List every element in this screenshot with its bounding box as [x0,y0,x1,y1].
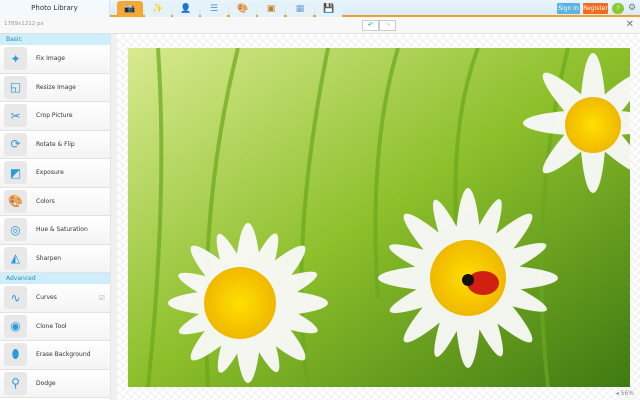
tool-icon: ◎ [4,218,27,242]
settings-button[interactable]: ⚙ [626,3,638,14]
sign-in-button[interactable]: Sign In [557,3,580,14]
tool-fix-image[interactable]: ✦ Fix Image [0,45,110,74]
section-basic: Basic [0,34,110,45]
tool-dodge[interactable]: ⚲ Dodge [0,369,110,398]
palette-icon: 🎨 [237,4,249,14]
checkbox-icon[interactable]: ☑ [99,294,105,302]
top-bar: Photo Library 📷 ✨ 👤 ☰ 🎨 ▣ ▦ 💾 Sign In Re… [0,0,640,17]
tool-hue-saturation[interactable]: ◎ Hue & Saturation [0,216,110,245]
photo-image [128,48,630,387]
tab-layers[interactable]: ☰ [201,1,227,17]
tool-icon: ◭ [4,246,27,270]
tool-crop-picture[interactable]: ✂ Crop Picture [0,102,110,131]
tab-palette[interactable]: 🎨 [230,1,256,17]
frame-icon: ▣ [266,4,276,14]
tool-label: Rotate & Flip [36,140,75,148]
section-advanced: Advanced [0,273,110,284]
help-icon: ? [616,5,620,12]
tool-label: Curves [36,294,57,302]
tool-label: Fix Image [36,55,65,63]
undo-icon: ↶ [367,21,374,29]
tool-colors[interactable]: 🎨 Colors [0,187,110,216]
tool-label: Clone Tool [36,322,67,330]
person-icon: 👤 [180,4,192,14]
gear-icon: ⚙ [627,3,637,13]
image-dimensions: 1789x1212 px [4,21,44,27]
tool-erase-background[interactable]: ⬮ Erase Background [0,341,110,370]
tool-label: Sharpen [36,254,62,262]
tab-texture[interactable]: ▦ [287,1,313,17]
tool-label: Exposure [36,169,64,177]
tool-icon: 🎨 [4,189,27,213]
tool-label: Colors [36,197,55,205]
tool-icon: ◉ [4,314,27,338]
redo-button[interactable]: ↷ [379,20,396,31]
tool-clone-tool[interactable]: ◉ Clone Tool [0,312,110,341]
register-button[interactable]: Register [583,3,608,14]
tool-resize-image[interactable]: ◱ Resize Image [0,73,110,102]
zoom-level[interactable]: ◂ 56% [616,390,634,397]
sidebar: Basic ✦ Fix Image ◱ Resize Image ✂ Crop Pictu… [0,34,110,400]
tool-icon: ◩ [4,161,27,185]
tool-icon: ◱ [4,75,27,99]
undo-button[interactable]: ↶ [362,20,379,31]
redo-icon: ↷ [384,21,391,29]
tool-label: Hue & Saturation [36,226,88,234]
tool-icon: ∿ [4,286,27,310]
tab-save[interactable]: 💾 [316,1,342,17]
tool-curves[interactable]: ∿ Curves ☑ [0,284,110,313]
zoom-value: 56% [620,390,634,397]
close-icon[interactable]: ✕ [626,19,634,30]
tab-camera[interactable]: 📷 [117,1,143,17]
tool-label: Dodge [36,379,56,387]
toolbar: 1789x1212 px ↶ ↷ ✕ [0,17,640,34]
tool-label: Erase Background [36,351,91,359]
tool-icon: ⚲ [4,371,27,395]
photo-library-button[interactable]: Photo Library [0,0,110,17]
tool-rotate-flip[interactable]: ⟳ Rotate & Flip [0,130,110,159]
layers-icon: ☰ [209,4,219,14]
help-button[interactable]: ? [612,3,624,14]
tool-exposure[interactable]: ◩ Exposure [0,159,110,188]
tool-icon: ⬮ [4,343,27,367]
tab-frame[interactable]: ▣ [258,1,284,17]
tool-label: Resize Image [36,83,76,91]
tool-icon: ✂ [4,104,27,128]
tool-label: Crop Picture [36,112,73,120]
tool-icon: ⟳ [4,132,27,156]
magic-wand-icon: ✨ [152,4,164,14]
tool-sharpen[interactable]: ◭ Sharpen [0,244,110,273]
tab-person[interactable]: 👤 [173,1,199,17]
sidebar-scrollbar[interactable] [110,34,117,400]
save-icon: 💾 [323,4,335,14]
tool-icon: ✦ [4,47,27,71]
tab-magic[interactable]: ✨ [145,1,171,17]
texture-icon: ▦ [295,4,305,14]
camera-icon: 📷 [124,4,136,14]
